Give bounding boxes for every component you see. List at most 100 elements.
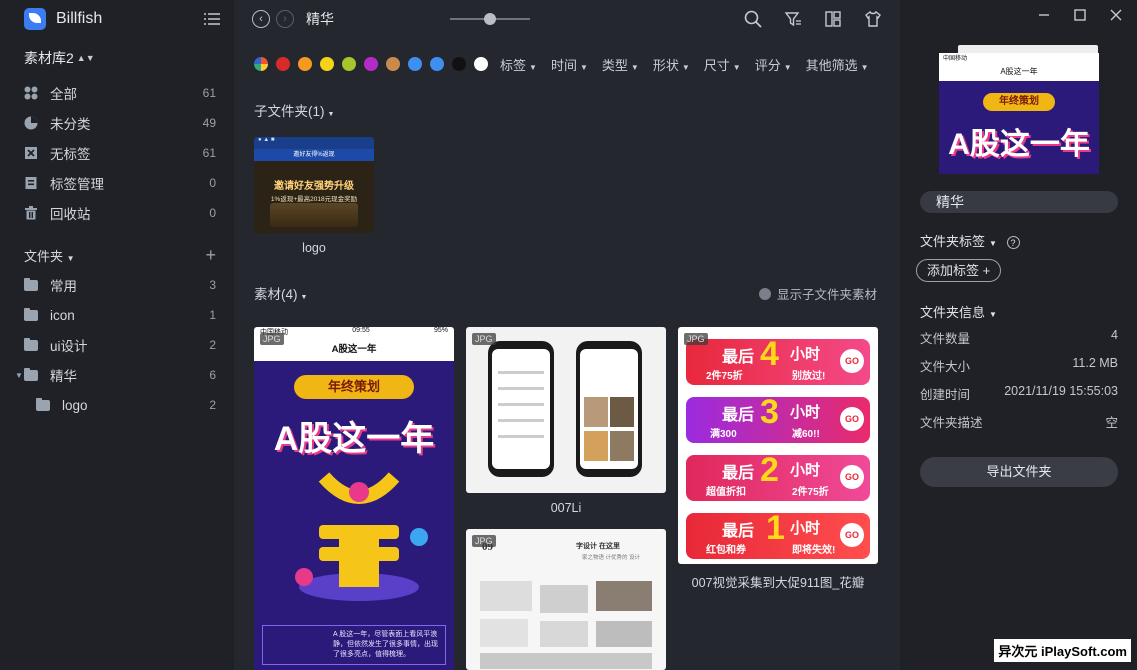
expand-triangle-icon[interactable]: ▼: [15, 371, 23, 380]
radio-icon[interactable]: [759, 287, 771, 300]
filter-other[interactable]: 其他筛选 ▼: [806, 55, 869, 74]
folder-info-text: 文件夹信息: [920, 305, 986, 320]
folder-info-label[interactable]: 文件夹信息 ▼: [920, 302, 997, 321]
nav-item-tag-management[interactable]: 标签管理 0: [0, 168, 234, 198]
color-swatch[interactable]: [430, 57, 444, 71]
color-swatch[interactable]: [364, 57, 378, 71]
go-icon: GO: [840, 407, 864, 431]
color-swatch[interactable]: [320, 57, 334, 71]
add-tag-button[interactable]: 添加标签 +: [916, 259, 1002, 282]
folders-header-label: 文件夹 ▼: [24, 246, 205, 265]
banner-num: 1: [766, 509, 785, 547]
color-swatch[interactable]: [342, 57, 356, 71]
list-menu-icon[interactable]: [204, 13, 220, 25]
window-controls: [1037, 8, 1123, 22]
filter-tags[interactable]: 标签 ▼: [500, 55, 537, 74]
nav-item-label: 回收站: [50, 207, 91, 222]
maximize-icon[interactable]: [1073, 8, 1087, 22]
no-tag-icon: [24, 146, 38, 160]
color-swatch[interactable]: [452, 57, 466, 71]
back-button[interactable]: ‹: [252, 10, 270, 28]
phone-mockup-right: [576, 341, 642, 477]
asset-thumbnail-banners[interactable]: 最后 4 小时 2件75折 别放过! GO 最后 3 小时 满300 减60!!…: [678, 327, 878, 564]
info-row-file-count: 文件数量 4: [920, 328, 1118, 347]
asset-thumbnail-007li[interactable]: JPG: [466, 327, 666, 493]
folder-item-ui-design[interactable]: ui设计 2: [0, 330, 234, 360]
color-wheel-swatch[interactable]: [254, 57, 268, 71]
folder-item-logo[interactable]: logo 2: [0, 390, 234, 420]
filter-size[interactable]: 尺寸 ▼: [704, 55, 741, 74]
thumb-page-title: A股这一年: [254, 339, 454, 361]
chevron-down-icon: ▼: [681, 62, 690, 72]
filter-bar: 标签 ▼ 时间 ▼ 类型 ▼ 形状 ▼ 尺寸 ▼ 评分 ▼ 其他筛选 ▼: [234, 38, 900, 90]
close-icon[interactable]: [1109, 8, 1123, 22]
nav-item-all[interactable]: 全部 61: [0, 78, 234, 108]
export-folder-button[interactable]: 导出文件夹: [920, 457, 1118, 487]
banner-big: 最后: [722, 465, 755, 482]
info-value[interactable]: 空: [1105, 412, 1118, 431]
search-icon[interactable]: [744, 10, 762, 28]
info-key: 文件数量: [920, 332, 971, 346]
theme-shirt-icon[interactable]: [864, 10, 882, 28]
folder-item-icon[interactable]: icon 1: [0, 300, 234, 330]
info-row-description: 文件夹描述 空: [920, 412, 1118, 431]
go-icon: GO: [840, 349, 864, 373]
filter-label: 标签: [500, 57, 527, 73]
nav-item-uncategorized[interactable]: 未分类 49: [0, 108, 234, 138]
breadcrumb: 精华: [306, 11, 334, 27]
color-swatch[interactable]: [276, 57, 290, 71]
library-selector[interactable]: 素材库2 ▲▼: [0, 38, 234, 78]
filter-rating[interactable]: 评分 ▼: [755, 55, 792, 74]
preview-title: A股这一年: [939, 63, 1099, 81]
nav-item-trash[interactable]: 回收站 0: [0, 198, 234, 228]
color-swatch[interactable]: [474, 57, 488, 71]
thumb-status-bar: 中国移动 09:55 95%: [254, 327, 454, 339]
filter-shape[interactable]: 形状 ▼: [653, 55, 690, 74]
nav-item-count: 0: [209, 176, 216, 190]
banner-unit: 小时: [790, 346, 821, 363]
status-battery: 95%: [433, 327, 448, 334]
banner-sub2: 减60!!: [792, 429, 820, 440]
updown-caret-icon: ▲▼: [76, 53, 95, 63]
folders-header[interactable]: 文件夹 ▼ +: [0, 240, 234, 270]
asset-thumbnail-doc[interactable]: 09 字设计 在这里 家之物语 计优秀的 设计 JPG: [466, 529, 666, 670]
thumb-title: 邀好友得%返现: [254, 149, 374, 161]
help-icon[interactable]: ?: [1006, 236, 1020, 250]
chevron-down-icon: ▼: [66, 253, 75, 263]
all-items-icon: [24, 86, 38, 100]
banner-num: 3: [760, 393, 779, 431]
color-swatch[interactable]: [386, 57, 400, 71]
assets-section-label[interactable]: 素材(4) ▼: [234, 283, 307, 303]
layout-icon[interactable]: [824, 10, 842, 28]
filter-icon[interactable]: [784, 10, 802, 28]
folder-name-field[interactable]: 精华: [920, 191, 1118, 213]
go-icon: GO: [840, 523, 864, 547]
nav-item-count: 49: [202, 116, 216, 130]
chevron-down-icon: ▼: [579, 62, 588, 72]
banner-2: 最后 3 小时 满300 减60!! GO: [686, 393, 870, 443]
subfolder-thumbnail[interactable]: ● ▲ ■ 邀好友得%返现 邀请好友强势升级 1%返现+最高2018元现金奖励: [254, 137, 374, 233]
zoom-slider-knob[interactable]: [484, 13, 496, 25]
asset-thumbnail-a-stock[interactable]: 中国移动 09:55 95% A股这一年 年终策划 A股这一年 A 股这一年，尽…: [254, 327, 454, 670]
thumb-subline: 1%返现+最高2018元现金奖励: [270, 196, 358, 203]
add-folder-icon[interactable]: +: [205, 246, 216, 264]
subfolder-section-label[interactable]: 子文件夹(1) ▼: [234, 100, 334, 120]
folder-item-essence[interactable]: ▼ 精华 6: [0, 360, 234, 390]
color-swatch[interactable]: [298, 57, 312, 71]
show-subfolder-assets-toggle[interactable]: 显示子文件夹素材: [759, 284, 877, 303]
filter-time[interactable]: 时间 ▼: [551, 55, 588, 74]
info-key: 文件夹描述: [920, 416, 983, 430]
filter-type[interactable]: 类型 ▼: [602, 55, 639, 74]
folder-preview-image[interactable]: 中国移动 A股这一年 年终策划 A股这一年: [939, 53, 1099, 174]
doc-title: 字设计 在这里: [576, 543, 620, 550]
folder-item-common[interactable]: 常用 3: [0, 270, 234, 300]
forward-button[interactable]: ›: [276, 10, 294, 28]
minimize-icon[interactable]: [1037, 8, 1051, 22]
zoom-slider[interactable]: [450, 13, 530, 25]
color-swatch[interactable]: [408, 57, 422, 71]
asset-caption: 007Li: [550, 501, 582, 515]
folder-tags-label[interactable]: 文件夹标签 ▼ ?: [920, 231, 1020, 250]
subfolder-caption: logo: [302, 241, 326, 255]
nav-item-untagged[interactable]: 无标签 61: [0, 138, 234, 168]
thumb-headline: A股这一年: [273, 420, 435, 458]
